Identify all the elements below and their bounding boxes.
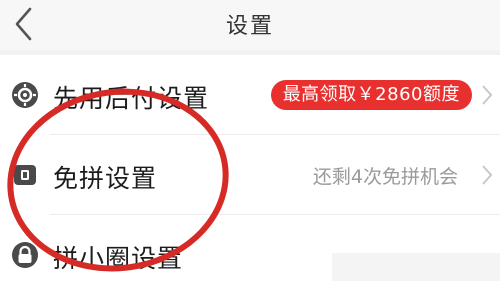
- promo-badge: 最高领取￥2860额度: [270, 80, 472, 110]
- navigation-bar: 设置: [0, 0, 500, 50]
- lock-icon: [12, 242, 38, 268]
- faded-corner: [332, 253, 500, 281]
- chevron-right-icon: [482, 165, 493, 185]
- settings-row-label: 先用后付设置: [53, 84, 210, 113]
- settings-row-pay-later[interactable]: 先用后付设置 最高领取￥2860额度: [0, 55, 500, 135]
- wallet-icon: [14, 165, 36, 185]
- gear-badge-icon: [12, 82, 38, 108]
- chevron-right-icon: [482, 85, 493, 105]
- settings-row-label: 免拼设置: [53, 164, 158, 193]
- settings-row-label: 拼小圈设置: [53, 244, 184, 273]
- settings-row-free-group[interactable]: 免拼设置 还剩4次免拼机会: [0, 135, 500, 215]
- page-title: 设置: [225, 14, 274, 39]
- remaining-chances-text: 还剩4次免拼机会: [312, 166, 458, 188]
- settings-list: 先用后付设置 最高领取￥2860额度 免拼设置 还剩4次免拼机会 拼小圈设置: [0, 55, 500, 281]
